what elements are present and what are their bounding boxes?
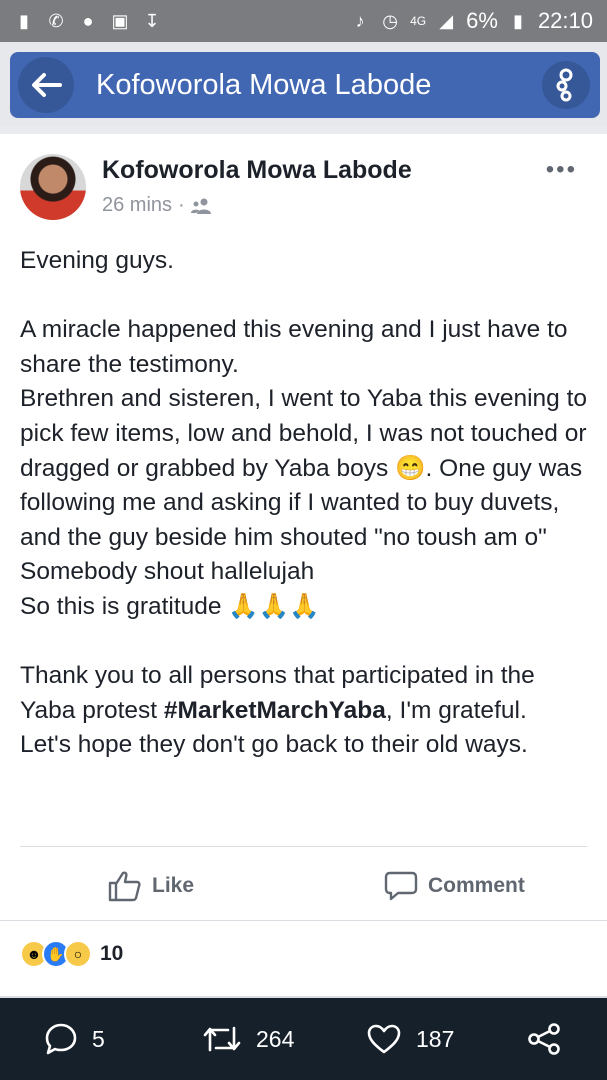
download-icon: ↧ — [144, 11, 160, 31]
back-button[interactable] — [18, 57, 74, 113]
like-button[interactable]: Like — [108, 870, 194, 902]
meta-separator: · — [178, 194, 185, 216]
back-arrow-icon — [32, 73, 62, 97]
comment-button[interactable]: Comment — [384, 870, 525, 902]
app-notification-icon: ▣ — [111, 11, 129, 31]
post-line-text: , I'm grateful. — [385, 696, 527, 724]
whatsapp-icon: ✆ — [48, 11, 64, 31]
reactions-summary[interactable]: ☻ ✋ ○ 10 — [20, 940, 123, 968]
post-line: Let's hope they don't go back to their o… — [20, 731, 528, 759]
signal-icon: ◢ — [439, 11, 454, 31]
app-bar-inner: Kofoworola Mowa Labode — [10, 52, 600, 118]
post-actions: Like Comment — [0, 856, 607, 916]
avatar[interactable] — [20, 154, 86, 220]
status-right-icons: ♪ ◷ 4G ◢ 6% ▮ 22:10 — [350, 8, 593, 34]
network-type: 4G — [410, 14, 427, 28]
comment-icon — [384, 871, 418, 901]
like-tweet-button[interactable]: 187 — [366, 1023, 454, 1055]
battery-percent: 6% — [466, 8, 498, 33]
heart-icon — [367, 1024, 401, 1054]
status-left-icons: ▮ ✆ ● ▣ ↧ — [14, 10, 162, 32]
thumbs-up-icon — [108, 871, 141, 902]
messenger-button[interactable] — [542, 61, 590, 109]
reply-count: 5 — [92, 1025, 105, 1052]
post-time[interactable]: 26 mins — [102, 194, 172, 217]
friends-audience-icon — [190, 198, 211, 214]
share-icon — [528, 1023, 560, 1055]
hashtag-link[interactable]: #MarketMarchYaba — [164, 697, 386, 724]
retweet-button[interactable]: 264 — [202, 1024, 294, 1054]
post-meta: 26 mins · — [102, 194, 211, 217]
post-line: Somebody shout hallelujah — [20, 558, 315, 586]
more-options-icon[interactable]: ••• — [546, 156, 577, 184]
page-title: Kofoworola Mowa Labode — [96, 68, 432, 101]
alarm-icon: ◷ — [382, 11, 398, 31]
reply-button[interactable]: 5 — [44, 1022, 105, 1056]
share-button[interactable] — [526, 1022, 562, 1056]
messenger-icon — [556, 68, 573, 102]
post-line: Evening guys. — [20, 247, 174, 274]
wow-reaction-icon: ○ — [64, 940, 92, 968]
post-card: Kofoworola Mowa Labode 26 mins · ••• Eve… — [0, 134, 607, 998]
post-line: So this is gratitude 🙏🙏🙏 — [20, 592, 320, 620]
post-line: Brethren and sisteren, I went to Yaba th… — [20, 385, 588, 551]
notification-icon: ▮ — [19, 11, 29, 31]
mute-icon: ♪ — [355, 11, 365, 31]
clock: 22:10 — [537, 8, 593, 33]
divider — [20, 846, 587, 847]
app-bar: Kofoworola Mowa Labode — [0, 42, 607, 126]
comment-label: Comment — [428, 874, 525, 897]
post-line: Thank you to all persons that participat… — [20, 659, 590, 728]
battery-icon: ▮ — [512, 11, 523, 31]
post-author[interactable]: Kofoworola Mowa Labode — [102, 156, 412, 185]
reply-icon — [45, 1023, 77, 1055]
like-count: 187 — [416, 1025, 455, 1052]
retweet-icon — [203, 1026, 241, 1052]
retweet-count: 264 — [256, 1025, 295, 1052]
messenger-notification-icon: ● — [82, 11, 94, 31]
tweet-action-bar: 5 264 187 — [0, 998, 607, 1080]
post-body: Evening guys. A miracle happened this ev… — [20, 244, 590, 763]
status-bar: ▮ ✆ ● ▣ ↧ ♪ ◷ 4G ◢ 6% ▮ 22:10 — [0, 0, 607, 42]
divider — [0, 920, 607, 921]
reaction-count: 10 — [100, 942, 124, 965]
like-label: Like — [152, 874, 195, 897]
post-line: A miracle happened this evening and I ju… — [20, 316, 568, 378]
